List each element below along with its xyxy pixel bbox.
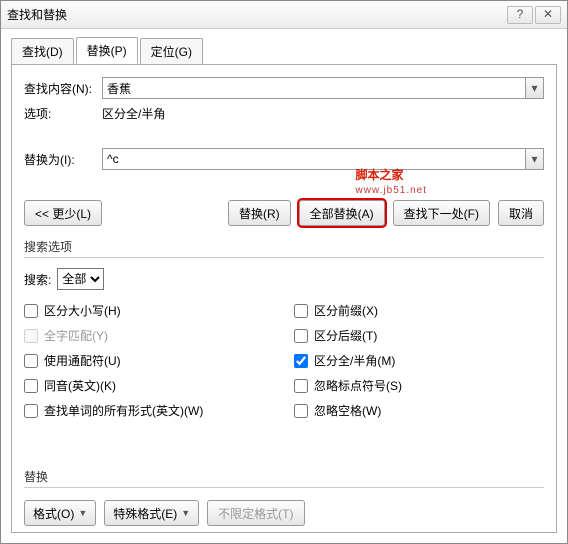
replace-all-button[interactable]: 全部替换(A) — [299, 200, 385, 226]
panel: 查找内容(N): ▾ 选项: 区分全/半角 替换为(I): ▾ << 更少(L)… — [11, 64, 557, 533]
noformat-button: 不限定格式(T) — [207, 500, 304, 526]
check-punct[interactable]: 忽略标点符号(S) — [294, 377, 544, 394]
check-allforms[interactable]: 查找单词的所有形式(英文)(W) — [24, 402, 274, 419]
replace-label: 替换为(I): — [24, 151, 96, 168]
tab-replace[interactable]: 替换(P) — [76, 37, 138, 64]
help-button[interactable]: ? — [507, 6, 533, 24]
find-next-button[interactable]: 查找下一处(F) — [393, 200, 490, 226]
check-homonym[interactable]: 同音(英文)(K) — [24, 377, 274, 394]
options-label: 选项: — [24, 105, 96, 122]
check-space[interactable]: 忽略空格(W) — [294, 402, 544, 419]
check-case[interactable]: 区分大小写(H) — [24, 302, 274, 319]
dialog-title: 查找和替换 — [7, 6, 505, 23]
replace-button[interactable]: 替换(R) — [228, 200, 291, 226]
find-input[interactable] — [102, 77, 526, 99]
check-prefix[interactable]: 区分前缀(X) — [294, 302, 544, 319]
check-wildcard[interactable]: 使用通配符(U) — [24, 352, 274, 369]
find-dropdown-icon[interactable]: ▾ — [526, 77, 544, 99]
less-button[interactable]: << 更少(L) — [24, 200, 102, 226]
chevron-down-icon: ▼ — [181, 508, 190, 518]
options-value: 区分全/半角 — [102, 105, 165, 122]
format-button[interactable]: 格式(O)▼ — [24, 500, 96, 526]
find-label: 查找内容(N): — [24, 80, 96, 97]
titlebar: 查找和替换 ? ✕ — [1, 1, 567, 29]
cancel-button[interactable]: 取消 — [498, 200, 544, 226]
replace-group: 替换 — [24, 470, 48, 484]
tab-find[interactable]: 查找(D) — [11, 38, 74, 65]
tab-goto[interactable]: 定位(G) — [140, 38, 203, 65]
tabs: 查找(D) 替换(P) 定位(G) — [1, 29, 567, 64]
close-button[interactable]: ✕ — [535, 6, 561, 24]
special-format-button[interactable]: 特殊格式(E)▼ — [104, 500, 199, 526]
search-scope-label: 搜索: — [24, 271, 51, 288]
check-fullhalf[interactable]: 区分全/半角(M) — [294, 352, 544, 369]
check-suffix[interactable]: 区分后缀(T) — [294, 327, 544, 344]
replace-dropdown-icon[interactable]: ▾ — [526, 148, 544, 170]
check-whole: 全字匹配(Y) — [24, 327, 274, 344]
replace-input[interactable] — [102, 148, 526, 170]
chevron-down-icon: ▼ — [78, 508, 87, 518]
search-options-group: 搜索选项 — [24, 240, 72, 254]
search-scope-select[interactable]: 全部 — [57, 268, 104, 290]
